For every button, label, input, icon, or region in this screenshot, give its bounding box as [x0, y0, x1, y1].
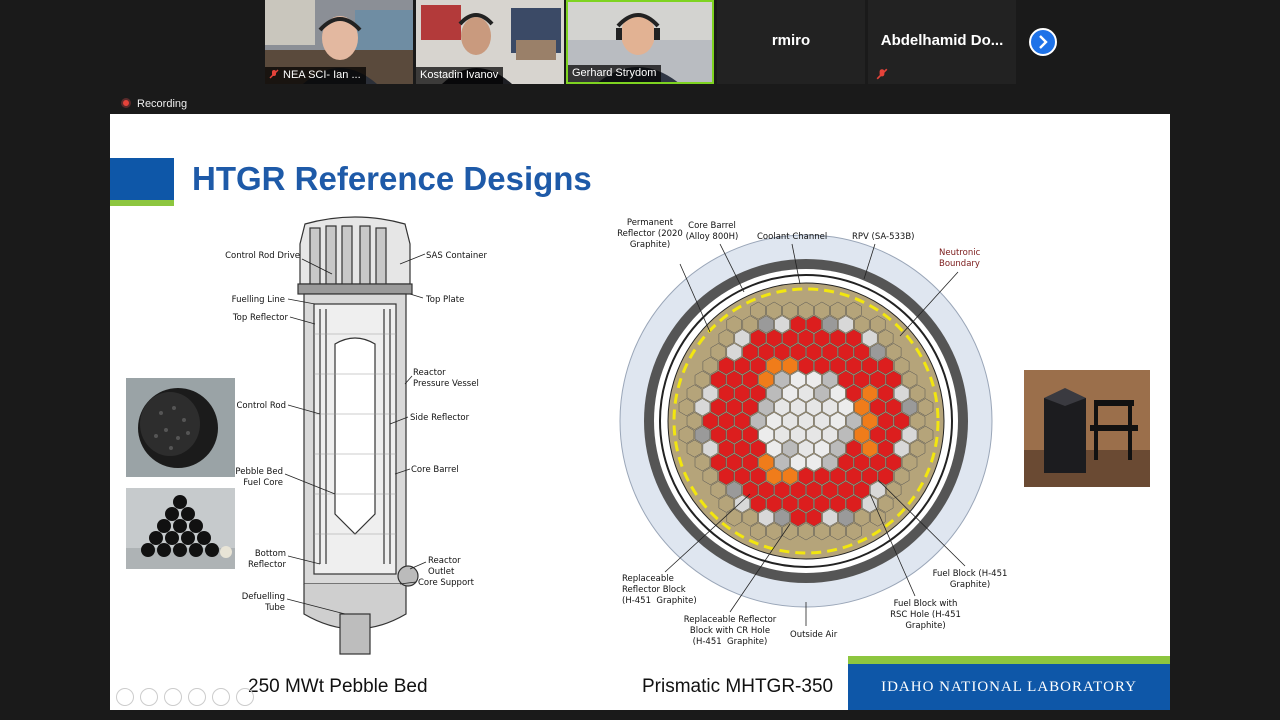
presentation-toolbar[interactable]	[116, 688, 260, 710]
participant-tile-2[interactable]: Kostadin Ivanov	[416, 0, 564, 84]
more-icon[interactable]	[236, 688, 254, 706]
next-slide-icon[interactable]	[140, 688, 158, 706]
participant-name-3: Gerhard Strydom	[568, 65, 662, 82]
mic-muted-icon	[876, 68, 888, 80]
participant-name-2: Kostadin Ivanov	[416, 67, 504, 84]
next-participants-button[interactable]	[1029, 28, 1057, 56]
participant-tile-3[interactable]: Gerhard Strydom	[566, 0, 714, 84]
participant-tile-1[interactable]: NEA SCI- Ian ...	[265, 0, 413, 84]
shared-slide: HTGR Reference Designs Control Rod Drive…	[110, 114, 1170, 710]
chevron-right-icon	[1039, 35, 1048, 49]
slides-icon[interactable]	[188, 688, 206, 706]
participant-tile-4[interactable]: rmiro	[717, 0, 865, 84]
prev-slide-icon[interactable]	[116, 688, 134, 706]
footer-accent-green	[848, 656, 1170, 664]
participant-name-1: NEA SCI- Ian ...	[265, 67, 366, 84]
participant-name-4: rmiro	[771, 32, 811, 49]
footer-idaho-national-laboratory: IDAHO NATIONAL LABORATORY	[848, 664, 1170, 710]
recording-dot-icon	[121, 98, 131, 108]
participant-tile-5[interactable]: Abdelhamid Do...	[868, 0, 1016, 84]
participant-name-5: Abdelhamid Do...	[880, 32, 1004, 49]
pen-icon[interactable]	[164, 688, 182, 706]
caption-pebble-bed: 250 MWt Pebble Bed	[248, 676, 428, 697]
recording-indicator: Recording	[121, 98, 187, 110]
mic-muted-icon	[269, 69, 279, 79]
zoom-icon[interactable]	[212, 688, 230, 706]
caption-prismatic: Prismatic MHTGR-350	[642, 676, 834, 697]
label-leader-lines	[284, 243, 966, 626]
